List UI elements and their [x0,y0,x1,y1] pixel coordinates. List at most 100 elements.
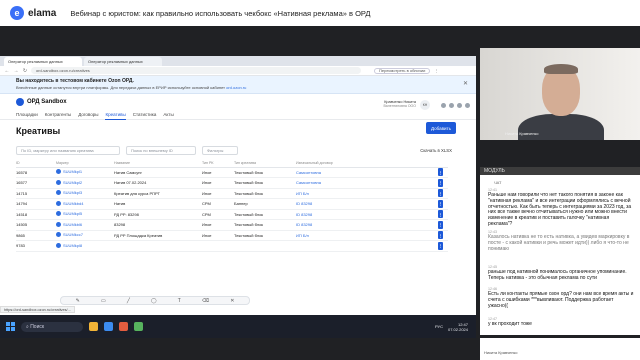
marker-text: SUUMkpl8 [63,242,83,248]
annotation-tool-icon[interactable]: ✕ [230,298,234,304]
app-icon[interactable] [119,322,128,331]
annotation-tool-icon[interactable]: ✎ [76,298,80,304]
chat-message-text: Раньше нам говорили что нет такого понят… [488,192,632,227]
annotation-tool-icon[interactable]: T [178,298,181,304]
close-icon[interactable]: ✕ [463,80,468,87]
nav-item-platforms[interactable]: Площадки [16,112,38,120]
row-menu-icon[interactable]: ⋮ [438,231,443,240]
filters-button[interactable]: Фильтры [202,146,238,155]
external-id-search-input[interactable]: Поиск по внешнему ID [126,146,196,155]
nav-item-contractors[interactable]: Контрагенты [45,112,72,120]
cell-creative-type: Текстовый блок [234,177,296,189]
webinar-window: e elama Вебинар с юристом: как правильно… [0,0,640,360]
logout-icon[interactable] [465,103,470,108]
cell-contract[interactable]: ID 83298 [296,219,438,231]
add-creative-button[interactable]: Добавить [426,122,456,134]
browser-tabstrip: Оператор рекламных данных Оператор рекла… [0,56,476,66]
webinar-header: e elama Вебинар с юристом: как правильно… [0,0,640,26]
row-menu-icon[interactable]: ⋮ [438,168,443,177]
main-content: Креативы Добавить По ID, маркеру или наз… [0,120,476,252]
nav-item-statistics[interactable]: Статистика [133,112,157,120]
annotation-toolbar: ✎ ▭ ╱ ◯ T ⌫ ✕ [60,296,250,305]
cell-contract[interactable]: Самсонтовна [296,167,438,178]
chat-message: 12:46 Есть ли контакты прямые озон орд? о… [488,287,634,309]
app-icon[interactable] [134,322,143,331]
marker-text: SUUMkpl5 [63,211,83,217]
column-header[interactable]: Название [114,159,202,168]
marker-icon [56,179,61,185]
row-menu-icon[interactable]: ⋮ [438,178,443,187]
back-icon[interactable]: ← [4,68,10,74]
language-indicator[interactable]: РУС [435,324,443,329]
notice-link[interactable]: ord.ozon.ru [226,85,246,90]
cell-contract[interactable]: ИП Б/н [296,230,438,241]
cell-name: РД РР: 83298 [114,209,202,220]
table-row[interactable]: 14715 SUUMkpl3 Креатив для курса РПРТ Иное Т… [16,188,448,199]
marker-icon [56,200,61,206]
shared-screen: Оператор рекламных данных Оператор рекла… [0,56,476,338]
cell-contract[interactable]: ID 83298 [296,198,438,210]
user-info[interactable]: Кравченко Никита Валентиновна ООО [383,100,416,108]
row-menu-icon[interactable]: ⋮ [438,189,443,198]
avatar[interactable]: КН [420,100,430,110]
column-header[interactable]: Изначальный договор [296,159,438,168]
cell-creative-type [234,240,296,252]
nav-item-contracts[interactable]: Договоры [78,112,98,120]
browser-tab[interactable]: Оператор рекламных данных [84,57,162,66]
browser-tab[interactable]: Оператор рекламных данных [4,57,82,66]
column-header[interactable]: Маркер [56,159,114,168]
browser-action-button[interactable]: Пересмотреть в обличии [374,67,431,74]
clock[interactable]: 12:47 07.02.2024 [448,322,468,332]
cell-contract[interactable]: ИП Б/н [296,188,438,199]
cell-name: РД РР Площадка Креатив [114,230,202,241]
help-icon[interactable] [449,103,454,108]
notification-icon[interactable] [441,103,446,108]
forward-icon[interactable]: → [13,68,19,74]
annotation-tool-icon[interactable]: ╱ [127,298,130,304]
windows-start-icon[interactable] [6,322,15,331]
table-row[interactable]: 14794 SUUMkbd4 Натив CPM Баннер ID 83298 ⋮ [16,198,448,210]
cell-id: 9865 [16,230,56,241]
taskbar: ⌕ Поиск РУС 12:47 07.02.2024 [0,315,476,338]
column-header[interactable]: Тип РК [202,159,234,168]
column-header[interactable]: Тип креатива [234,159,296,168]
cell-name: Натив 07.02.2024 [114,177,202,189]
cell-marker: SUUMkbd4 [56,198,114,210]
nav-item-acts[interactable]: Акты [163,112,173,120]
annotation-tool-icon[interactable]: ⌫ [202,298,209,304]
cell-rk-type: CPM [202,209,234,220]
menu-icon[interactable]: ⋮ [434,68,438,73]
annotation-tool-icon[interactable]: ◯ [151,298,157,304]
settings-icon[interactable] [457,103,462,108]
reload-icon[interactable]: ↻ [22,68,28,74]
download-xlsx-link[interactable]: Скачать в XLSX [420,148,452,153]
table-row[interactable]: 14505 SUUMkbl6 83298 Иное Текстовый блок ID 8… [16,219,448,231]
cell-contract[interactable] [296,240,438,252]
row-menu-icon[interactable]: ⋮ [438,220,443,229]
table-row[interactable]: 16577 SUUMkpl2 Натив 07.02.2024 Иное Текстов… [16,177,448,189]
nav-item-creatives[interactable]: Креативы [105,112,126,120]
search-input[interactable]: По ID, маркеру или названию креатива [16,146,120,155]
module-header[interactable]: МОДУЛЬ [480,167,640,175]
column-header[interactable]: ID [16,159,56,168]
cell-contract[interactable]: Самсонтовна [296,177,438,189]
table-row[interactable]: 9783 SUUMkpl8 ⋮ [16,240,448,252]
cell-contract[interactable]: ID 83298 [296,209,438,220]
url-field[interactable]: ord-sandbox.ozon.ru/creatives [31,67,361,74]
folder-icon[interactable] [89,322,98,331]
table-row[interactable]: 16578 SUUMkpl1 Натив Самсунг Иное Текстовый … [16,167,448,178]
annotation-tool-icon[interactable]: ▭ [101,298,106,304]
table-header: ID Маркер Название Тип РК Тип креатива И… [16,159,448,168]
browser-icon[interactable] [104,322,113,331]
row-menu-icon[interactable]: ⋮ [438,241,443,250]
cell-id: 14505 [16,219,56,231]
cell-marker: SUUMkpl3 [56,188,114,199]
row-menu-icon[interactable]: ⋮ [438,210,443,219]
browser-address-bar: ← → ↻ ord-sandbox.ozon.ru/creatives Пере… [0,66,476,76]
row-menu-icon[interactable]: ⋮ [438,199,443,208]
table-row[interactable]: 9865 SUUMkcc7 РД РР Площадка Креатив Иное Те… [16,230,448,241]
taskbar-search[interactable]: ⌕ Поиск [21,321,83,332]
table-row[interactable]: 14518 SUUMkpl5 РД РР: 83298 CPM Текстовый бл… [16,209,448,220]
cell-creative-type: Текстовый блок [234,230,296,241]
marker-text: SUUMkbd4 [63,200,84,206]
